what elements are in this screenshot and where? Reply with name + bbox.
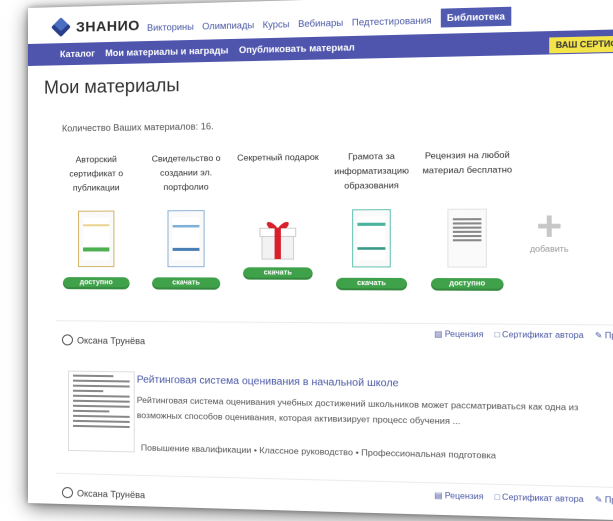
award-title: Авторский сертификат о публикации — [69, 153, 124, 193]
document-preview[interactable] — [67, 370, 135, 453]
add-label: добавить — [529, 244, 569, 254]
nav-webinars[interactable]: Вебинары — [298, 18, 343, 38]
entry-author[interactable]: Оксана Трунёва — [61, 486, 146, 500]
award-informatization-diploma: Грамота за информатизацию образования ск… — [324, 148, 419, 291]
pencil-icon: ✎ — [594, 494, 603, 505]
document-icon: ▤ — [434, 490, 443, 501]
add-material-button[interactable]: + добавить — [516, 146, 583, 291]
entry-title-link[interactable]: Рейтинговая система оценивания в начальн… — [137, 374, 399, 389]
diploma-icon[interactable] — [352, 209, 391, 268]
award-button-download[interactable]: скачать — [243, 267, 313, 280]
awards-row: Авторский сертификат о публикации доступ… — [52, 146, 583, 291]
materials-count: Количество Ваших материалов: 16. — [61, 121, 214, 134]
author-name: Оксана Трунёва — [77, 334, 146, 346]
subnav-publish[interactable]: Опубликовать материал — [239, 42, 355, 55]
nav-courses[interactable]: Курсы — [263, 19, 290, 38]
nav-library[interactable]: Библиотека — [440, 6, 512, 28]
nav-pedtests[interactable]: Педтестирования — [352, 15, 432, 36]
author-certificate-action[interactable]: □ Сертификат автора — [494, 492, 583, 504]
award-portfolio-certificate: Свидетельство о создании эл. портфолио с… — [141, 151, 232, 290]
divider — [55, 472, 613, 489]
page-title: Мои материалы — [43, 74, 180, 98]
entry-author[interactable]: Оксана Трунёва — [61, 334, 146, 346]
document-icon: ▤ — [434, 329, 443, 339]
pencil-icon: ✎ — [594, 330, 603, 341]
award-button-download[interactable]: скачать — [152, 277, 221, 290]
file-icon: □ — [494, 329, 500, 340]
portfolio-certificate-icon[interactable] — [167, 210, 205, 268]
logo-icon — [51, 17, 71, 38]
file-icon: □ — [494, 492, 500, 502]
edit-action[interactable]: ✎ Править — [595, 495, 613, 506]
review-icon[interactable] — [447, 208, 487, 268]
award-title: Секретный подарок — [237, 151, 319, 163]
award-button-available[interactable]: доступно — [430, 278, 504, 291]
page-screenshot: ЗНАНИО Викторины Олимпиады Курсы Вебинар… — [28, 0, 613, 521]
award-button-download[interactable]: скачать — [336, 277, 408, 291]
divider — [55, 320, 613, 326]
certificate-icon[interactable] — [78, 210, 115, 268]
award-author-certificate: Авторский сертификат о публикации доступ… — [52, 152, 141, 290]
award-title: Рецензия на любой материал бесплатно — [422, 149, 513, 176]
plus-icon: + — [536, 202, 563, 250]
entry-actions: ▤ Рецензия □ Сертификат автора ✎ Править — [434, 329, 613, 340]
subnav-my-materials[interactable]: Мои материалы и награды — [105, 45, 228, 58]
review-action[interactable]: ▤ Рецензия — [434, 329, 483, 339]
author-name: Оксана Трунёва — [77, 487, 146, 500]
award-title: Грамота за информатизацию образования — [334, 150, 409, 191]
review-action[interactable]: ▤ Рецензия — [434, 491, 483, 502]
award-title: Свидетельство о создании эл. портфолио — [151, 152, 221, 193]
your-certificate-badge[interactable]: ВАШ СЕРТИФИКАТ — [549, 35, 613, 54]
award-free-review: Рецензия на любой материал бесплатно дос… — [419, 147, 516, 291]
gift-icon[interactable] — [259, 216, 297, 257]
award-button-available[interactable]: доступно — [62, 277, 130, 290]
site-logo[interactable]: ЗНАНИО — [51, 16, 140, 38]
entry-actions: ▤ Рецензия □ Сертификат автора ✎ Править — [434, 491, 613, 506]
entry-description: Рейтинговая система оценивания учебных д… — [136, 394, 579, 427]
author-certificate-action[interactable]: □ Сертификат автора — [494, 330, 583, 340]
user-icon — [61, 334, 73, 346]
edit-action[interactable]: ✎ Править — [595, 331, 613, 341]
subnav-catalog[interactable]: Каталог — [60, 48, 95, 59]
award-secret-gift: Секретный подарок скачать — [232, 149, 325, 290]
nav-quizzes[interactable]: Викторины — [147, 22, 194, 42]
user-icon — [61, 486, 73, 499]
nav-olympiads[interactable]: Олимпиады — [202, 20, 254, 40]
entry-tags: Повышение квалификации • Классное руково… — [140, 442, 497, 461]
logo-text: ЗНАНИО — [76, 16, 140, 35]
